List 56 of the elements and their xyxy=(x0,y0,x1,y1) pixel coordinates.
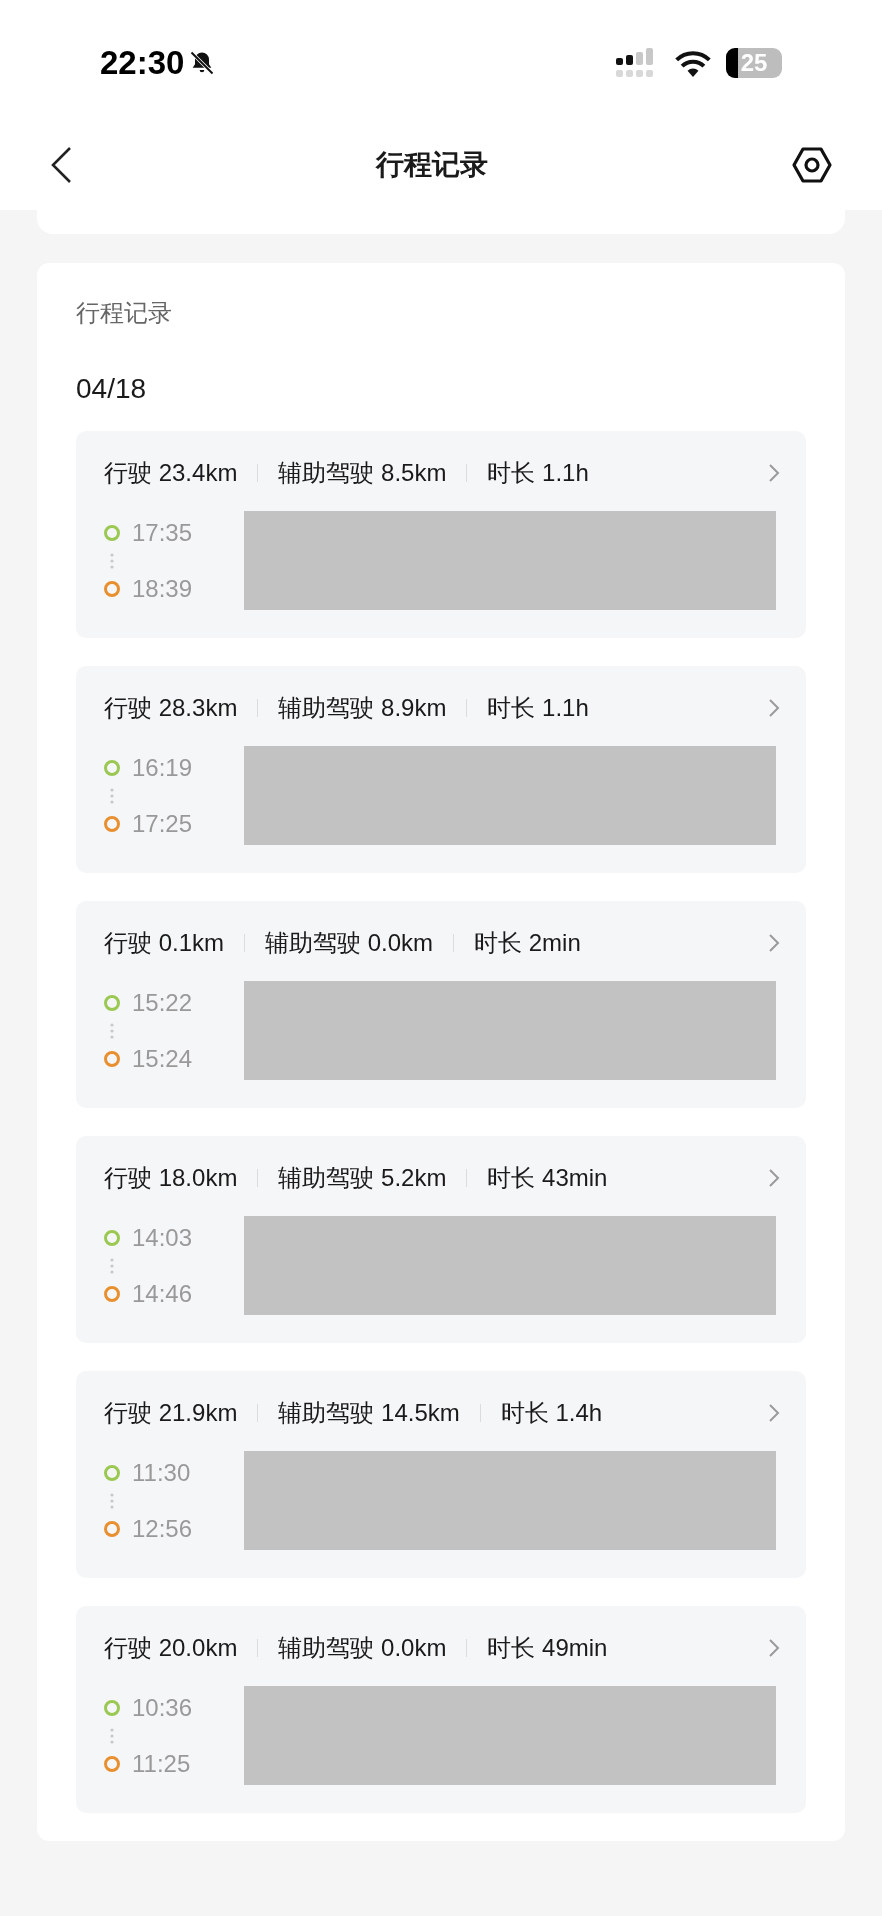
duration-text: 时长 1.4h xyxy=(500,1398,603,1428)
section-title: 行程记录 xyxy=(76,298,173,328)
trip-card[interactable]: 行驶 21.9km 辅助驾驶 14.5km 时长 1.4h 11:30 12:56 xyxy=(76,1371,806,1578)
distance-text: 行驶 18.0km xyxy=(104,1163,238,1193)
duration-text: 时长 2min xyxy=(474,928,581,958)
start-time: 16:19 xyxy=(132,752,193,783)
dotted-line-icon xyxy=(110,787,114,804)
trip-card[interactable]: 行驶 20.0km 辅助驾驶 0.0km 时长 49min 10:36 11:25 xyxy=(76,1606,806,1813)
date-label: 04/18 xyxy=(76,372,148,406)
trip-card[interactable]: 行驶 28.3km 辅助驾驶 8.9km 时长 1.1h 16:19 17:25 xyxy=(76,666,806,873)
duration-text: 时长 49min xyxy=(487,1633,608,1663)
start-time: 14:03 xyxy=(132,1222,193,1253)
assisted-distance-text: 辅助驾驶 8.5km xyxy=(278,458,447,488)
duration-text: 时长 1.1h xyxy=(487,458,589,488)
chevron-right-icon xyxy=(768,933,780,953)
end-time: 18:39 xyxy=(132,573,193,604)
duration-text: 时长 43min xyxy=(487,1163,608,1193)
duration-text: 时长 1.1h xyxy=(487,693,589,723)
trip-card[interactable]: 行驶 18.0km 辅助驾驶 5.2km 时长 43min 14:03 14:46 xyxy=(76,1136,806,1343)
assisted-distance-text: 辅助驾驶 14.5km xyxy=(278,1398,460,1428)
start-time: 17:35 xyxy=(132,517,193,548)
dotted-line-icon xyxy=(110,552,114,569)
assisted-distance-text: 辅助驾驶 8.9km xyxy=(278,693,447,723)
page-title: 行程记录 xyxy=(376,148,488,182)
assisted-distance-text: 辅助驾驶 5.2km xyxy=(278,1163,447,1193)
chevron-right-icon xyxy=(768,1168,780,1188)
end-time: 14:46 xyxy=(132,1278,193,1309)
settings-icon[interactable] xyxy=(792,146,832,184)
chevron-right-icon xyxy=(768,1403,780,1423)
status-time: 22:30 xyxy=(100,43,185,84)
trip-card[interactable]: 行驶 0.1km 辅助驾驶 0.0km 时长 2min 15:22 15:24 xyxy=(76,901,806,1108)
back-icon[interactable] xyxy=(50,146,72,184)
distance-text: 行驶 28.3km xyxy=(104,693,238,723)
distance-text: 行驶 21.9km xyxy=(104,1398,238,1428)
trip-card[interactable]: 行驶 23.4km 辅助驾驶 8.5km 时长 1.1h 17:35 18:39 xyxy=(76,431,806,638)
start-time: 11:30 xyxy=(132,1457,191,1488)
dotted-line-icon xyxy=(110,1492,114,1509)
distance-text: 行驶 20.0km xyxy=(104,1633,238,1663)
assisted-distance-text: 辅助驾驶 0.0km xyxy=(278,1633,447,1663)
chevron-right-icon xyxy=(768,463,780,483)
distance-text: 行驶 0.1km xyxy=(104,928,225,958)
dotted-line-icon xyxy=(110,1257,114,1274)
dotted-line-icon xyxy=(110,1022,114,1039)
end-time: 11:25 xyxy=(132,1748,191,1779)
chevron-right-icon xyxy=(768,1638,780,1658)
dotted-line-icon xyxy=(110,1727,114,1744)
assisted-distance-text: 辅助驾驶 0.0km xyxy=(265,928,434,958)
end-time: 15:24 xyxy=(132,1043,193,1074)
wifi-icon xyxy=(674,49,712,77)
start-time: 10:36 xyxy=(132,1692,193,1723)
end-time: 12:56 xyxy=(132,1513,193,1544)
chevron-right-icon xyxy=(768,698,780,718)
end-time: 17:25 xyxy=(132,808,193,839)
distance-text: 行驶 23.4km xyxy=(104,458,238,488)
start-time: 15:22 xyxy=(132,987,193,1018)
battery-indicator: 25 xyxy=(726,48,782,78)
